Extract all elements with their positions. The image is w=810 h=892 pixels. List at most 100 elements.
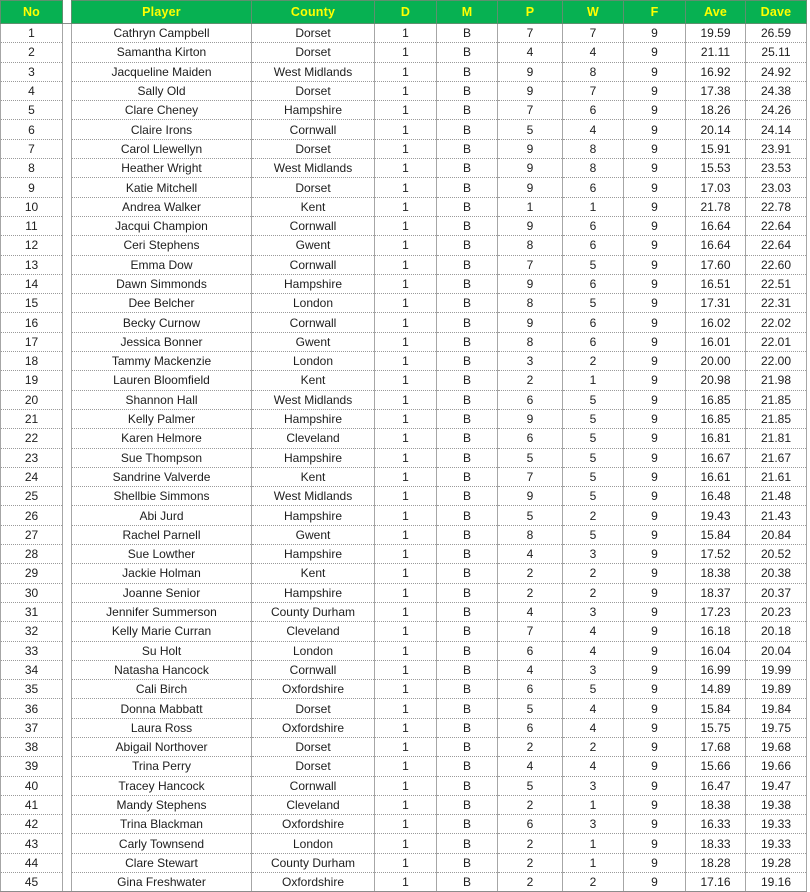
table-row[interactable]: 43 Carly Townsend London 1 B 2 1 9 18.33 19.33 [0, 833, 807, 854]
cell-player[interactable]: Shellbie Simmons [71, 486, 252, 507]
cell-w[interactable]: 6 [562, 331, 624, 353]
cell-county[interactable]: Dorset [251, 177, 375, 198]
table-row[interactable]: 6 Claire Irons Cornwall 1 B 5 4 9 20.14 24.14 [0, 119, 807, 140]
cell-m[interactable]: B [436, 293, 498, 314]
cell-m[interactable]: B [436, 640, 498, 661]
cell-player[interactable]: Jessica Bonner [71, 331, 252, 353]
cell-f[interactable]: 9 [623, 466, 686, 488]
cell-no[interactable]: 39 [0, 756, 63, 777]
table-row[interactable]: 21 Kelly Palmer Hampshire 1 B 9 5 9 16.85 21.85 [0, 408, 807, 430]
cell-w[interactable]: 5 [562, 389, 624, 410]
cell-p[interactable]: 9 [497, 61, 563, 82]
cell-player[interactable]: Lauren Bloomfield [71, 370, 252, 391]
cell-county[interactable]: Oxfordshire [251, 814, 375, 835]
cell-county[interactable]: County Durham [251, 601, 375, 623]
cell-w[interactable]: 2 [562, 351, 624, 372]
cell-d[interactable]: 1 [374, 370, 437, 391]
cell-no[interactable]: 37 [0, 717, 63, 738]
cell-p[interactable]: 8 [497, 524, 563, 546]
cell-dave[interactable]: 22.01 [745, 331, 807, 353]
cell-no[interactable]: 35 [0, 679, 63, 700]
cell-p[interactable]: 2 [497, 582, 563, 603]
cell-d[interactable]: 1 [374, 389, 437, 410]
cell-p[interactable]: 2 [497, 852, 563, 874]
cell-m[interactable]: B [436, 872, 498, 892]
table-row[interactable]: 30 Joanne Senior Hampshire 1 B 2 2 9 18.37 20.37 [0, 582, 807, 603]
cell-w[interactable]: 3 [562, 544, 624, 565]
cell-p[interactable]: 8 [497, 235, 563, 256]
cell-no[interactable]: 25 [0, 486, 63, 507]
table-row[interactable]: 20 Shannon Hall West Midlands 1 B 6 5 9 16.85 21.… [0, 389, 807, 410]
table-row[interactable]: 29 Jackie Holman Kent 1 B 2 2 9 18.38 20.38 [0, 563, 807, 584]
cell-m[interactable]: B [436, 679, 498, 700]
cell-no[interactable]: 7 [0, 138, 63, 160]
cell-w[interactable]: 8 [562, 138, 624, 160]
cell-county[interactable]: Kent [251, 370, 375, 391]
cell-f[interactable]: 9 [623, 833, 686, 854]
cell-dave[interactable]: 22.00 [745, 351, 807, 372]
cell-county[interactable]: Dorset [251, 138, 375, 160]
cell-d[interactable]: 1 [374, 640, 437, 661]
cell-m[interactable]: B [436, 100, 498, 121]
cell-no[interactable]: 33 [0, 640, 63, 661]
cell-w[interactable]: 4 [562, 698, 624, 719]
cell-player[interactable]: Becky Curnow [71, 312, 252, 333]
cell-f[interactable]: 9 [623, 370, 686, 391]
cell-m[interactable]: B [436, 177, 498, 198]
cell-w[interactable]: 1 [562, 852, 624, 874]
cell-p[interactable]: 9 [497, 80, 563, 102]
cell-m[interactable]: B [436, 389, 498, 410]
table-row[interactable]: 25 Shellbie Simmons West Midlands 1 B 9 5 9 16.4… [0, 486, 807, 507]
cell-d[interactable]: 1 [374, 408, 437, 430]
cell-dave[interactable]: 21.98 [745, 370, 807, 391]
cell-dave[interactable]: 21.61 [745, 466, 807, 488]
cell-f[interactable]: 9 [623, 505, 686, 526]
table-row[interactable]: 22 Karen Helmore Cleveland 1 B 6 5 9 16.81 21.81 [0, 428, 807, 449]
cell-m[interactable]: B [436, 486, 498, 507]
cell-dave[interactable]: 19.47 [745, 775, 807, 796]
table-row[interactable]: 28 Sue Lowther Hampshire 1 B 4 3 9 17.52 20.52 [0, 544, 807, 565]
cell-w[interactable]: 3 [562, 814, 624, 835]
cell-d[interactable]: 1 [374, 158, 437, 179]
column-header-ave[interactable]: Ave [685, 0, 746, 24]
cell-dave[interactable]: 21.85 [745, 389, 807, 410]
cell-p[interactable]: 9 [497, 273, 563, 295]
cell-dave[interactable]: 21.81 [745, 428, 807, 449]
cell-dave[interactable]: 24.14 [745, 119, 807, 140]
cell-county[interactable]: Dorset [251, 80, 375, 102]
cell-w[interactable]: 3 [562, 601, 624, 623]
cell-m[interactable]: B [436, 61, 498, 82]
table-row[interactable]: 1 Cathryn Campbell Dorset 1 B 7 7 9 19.59 26.59 [0, 22, 807, 44]
cell-player[interactable]: Rachel Parnell [71, 524, 252, 546]
cell-f[interactable]: 9 [623, 544, 686, 565]
table-row[interactable]: 5 Clare Cheney Hampshire 1 B 7 6 9 18.26 24.26 [0, 100, 807, 121]
column-header-w[interactable]: W [562, 0, 624, 24]
cell-dave[interactable]: 20.84 [745, 524, 807, 546]
cell-f[interactable]: 9 [623, 872, 686, 892]
cell-no[interactable]: 44 [0, 852, 63, 874]
cell-no[interactable]: 22 [0, 428, 63, 449]
cell-ave[interactable]: 15.53 [685, 158, 746, 179]
cell-p[interactable]: 4 [497, 659, 563, 681]
table-row[interactable]: 32 Kelly Marie Curran Cleveland 1 B 7 4 9 16.18 2… [0, 621, 807, 642]
cell-d[interactable]: 1 [374, 196, 437, 217]
cell-f[interactable]: 9 [623, 158, 686, 179]
cell-no[interactable]: 28 [0, 544, 63, 565]
cell-player[interactable]: Carly Townsend [71, 833, 252, 854]
cell-d[interactable]: 1 [374, 351, 437, 372]
cell-m[interactable]: B [436, 80, 498, 102]
cell-county[interactable]: Gwent [251, 235, 375, 256]
cell-dave[interactable]: 23.53 [745, 158, 807, 179]
cell-w[interactable]: 4 [562, 756, 624, 777]
cell-county[interactable]: Hampshire [251, 582, 375, 603]
cell-player[interactable]: Karen Helmore [71, 428, 252, 449]
column-header-p[interactable]: P [497, 0, 563, 24]
cell-w[interactable]: 5 [562, 293, 624, 314]
cell-player[interactable]: Sue Thompson [71, 447, 252, 468]
cell-d[interactable]: 1 [374, 428, 437, 449]
cell-p[interactable]: 5 [497, 698, 563, 719]
cell-ave[interactable]: 15.84 [685, 698, 746, 719]
cell-player[interactable]: Sandrine Valverde [71, 466, 252, 488]
cell-player[interactable]: Andrea Walker [71, 196, 252, 217]
cell-p[interactable]: 6 [497, 640, 563, 661]
